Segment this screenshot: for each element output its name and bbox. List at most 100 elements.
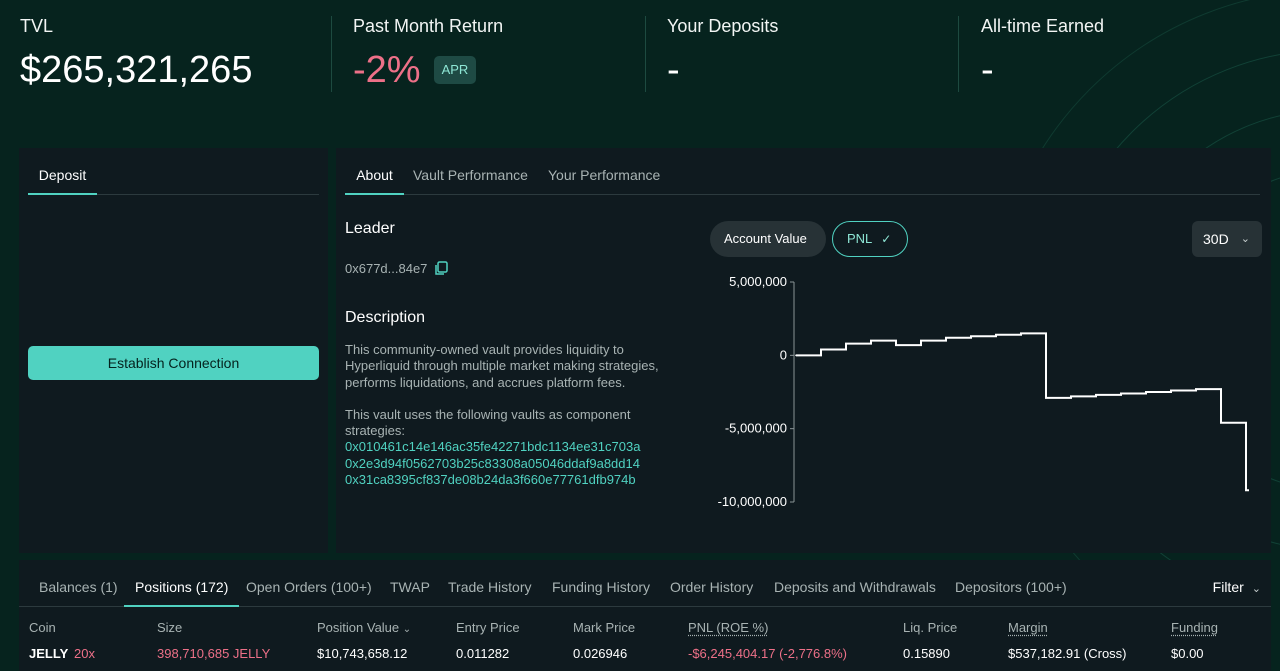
row-entry-price: 0.011282 <box>456 646 510 661</box>
tab-order-history[interactable]: Order History <box>670 560 753 607</box>
tab-balances[interactable]: Balances (1) <box>39 560 118 607</box>
col-mark-price[interactable]: Mark Price <box>573 620 635 635</box>
col-liq-price[interactable]: Liq. Price <box>903 620 957 635</box>
tab-funding-history[interactable]: Funding History <box>552 560 650 607</box>
establish-connection-button[interactable]: Establish Connection <box>28 346 319 380</box>
row-size: 398,710,685 JELLY <box>157 646 271 661</box>
pnl-point <box>1245 489 1247 492</box>
stat-deposits-label: Your Deposits <box>667 16 779 36</box>
sort-chevron-icon: ⌄ <box>402 624 412 635</box>
pnl-point <box>845 342 847 345</box>
tab-open-orders[interactable]: Open Orders (100+) <box>246 560 372 607</box>
col-entry-price[interactable]: Entry Price <box>456 620 520 635</box>
pnl-point <box>1220 422 1222 424</box>
pnl-point <box>895 344 897 346</box>
pnl-point <box>1170 389 1172 392</box>
deposit-panel: Deposit Establish Connection <box>19 148 328 553</box>
leader-address: 0x677d...84e7 <box>345 261 428 276</box>
about-tabbar: About Vault Performance Your Performance <box>345 148 1260 195</box>
pnl-point <box>1045 397 1047 399</box>
row-position-value: $10,743,658.12 <box>317 646 408 661</box>
pnl-toggle[interactable]: PNL ✓ <box>832 221 908 257</box>
col-position-value[interactable]: Position Value ⌄ <box>317 620 411 635</box>
tab-trade-history[interactable]: Trade History <box>448 560 532 607</box>
pnl-point <box>995 334 997 336</box>
row-mark-price: 0.026946 <box>573 646 628 661</box>
check-icon: ✓ <box>881 232 892 246</box>
stat-return-value-wrap: -2% APR <box>353 47 646 93</box>
vaults-intro: This vault uses the following vaults as … <box>345 406 631 439</box>
range-select-value: 30D <box>1203 231 1229 247</box>
positions-table-header: Coin Size Position Value ⌄ Entry Price M… <box>19 620 1271 642</box>
row-margin: $537,182.91 (Cross) <box>1008 646 1127 661</box>
stat-return-label: Past Month Return <box>353 16 504 36</box>
tab-twap[interactable]: TWAP <box>390 560 430 607</box>
stat-return: Past Month Return -2% APR <box>332 0 646 100</box>
apr-badge[interactable]: APR <box>433 56 477 84</box>
leader-title: Leader <box>345 220 395 237</box>
col-pnl[interactable]: PNL (ROE %) <box>688 620 768 635</box>
row-funding: $0.00 <box>1171 646 1204 661</box>
chevron-down-icon: ⌄ <box>1251 583 1261 595</box>
pnl-chart: 5,000,000 0 -5,000,000 -10,000,000 <box>718 274 1249 509</box>
pnl-series-line <box>796 332 1249 492</box>
pnl-point <box>1195 388 1197 390</box>
col-coin[interactable]: Coin <box>29 620 56 635</box>
tab-depositors[interactable]: Depositors (100+) <box>955 560 1067 607</box>
chevron-down-icon: ⌄ <box>1240 233 1250 245</box>
y-tick-label: 5,000,000 <box>729 274 787 289</box>
col-size[interactable]: Size <box>157 620 182 635</box>
copy-icon[interactable] <box>434 261 449 276</box>
stat-tvl-label: TVL <box>20 16 54 36</box>
col-funding[interactable]: Funding <box>1171 620 1218 635</box>
pnl-point <box>945 336 947 339</box>
description-title: Description <box>345 309 426 326</box>
pnl-point <box>870 339 872 342</box>
stat-tvl-value: $265,321,265 <box>20 49 253 91</box>
tab-vault-performance[interactable]: Vault Performance <box>413 148 528 195</box>
deposit-tabbar: Deposit <box>28 148 319 195</box>
pnl-point <box>1120 392 1122 395</box>
vault-list: 0x010461c14e146ac35fe42271bdc1134ee31c70… <box>345 439 685 488</box>
pnl-point <box>970 335 972 338</box>
tab-positions[interactable]: Positions (172) <box>124 560 240 607</box>
col-position-value-label: Position Value <box>317 620 400 635</box>
account-value-toggle[interactable]: Account Value <box>710 221 826 257</box>
bottom-tabbar: Balances (1) Positions (172) Open Orders… <box>19 560 1271 607</box>
positions-panel: Balances (1) Positions (172) Open Orders… <box>19 560 1271 671</box>
stat-earned-label: All-time Earned <box>981 16 1105 36</box>
pnl-point <box>1070 395 1072 398</box>
tab-deposit[interactable]: Deposit <box>28 148 97 195</box>
pnl-point <box>920 339 922 342</box>
range-select[interactable]: 30D ⌄ <box>1192 221 1262 257</box>
stat-return-value: -2% <box>353 49 421 91</box>
vault-link[interactable]: 0x2e3d94f0562703b25c83308a05046ddaf9a8dd… <box>345 456 685 472</box>
pnl-point <box>820 348 822 351</box>
y-tick-label: -10,000,000 <box>718 494 787 509</box>
vault-link[interactable]: 0x31ca8395cf837de08b24da3f660e77761dfb97… <box>345 472 685 488</box>
col-margin[interactable]: Margin <box>1008 620 1048 635</box>
row-liq-price: 0.15890 <box>903 646 950 661</box>
description-block: This community-owned vault provides liqu… <box>345 342 685 488</box>
stat-deposits: Your Deposits - <box>646 0 959 100</box>
stats-bar: TVL $265,321,265 Past Month Return -2% A… <box>0 0 1280 100</box>
pnl-point <box>1145 391 1147 393</box>
row-coin[interactable]: JELLY <box>29 646 68 661</box>
stat-deposits-value: - <box>667 49 680 91</box>
description-text: This community-owned vault provides liqu… <box>345 342 659 390</box>
stat-earned: All-time Earned - <box>959 0 1280 100</box>
row-leverage: 20x <box>74 646 95 661</box>
tab-about[interactable]: About <box>345 148 404 195</box>
pnl-point <box>1020 332 1022 335</box>
tab-your-performance[interactable]: Your Performance <box>548 148 660 195</box>
y-tick-label: -5,000,000 <box>725 421 787 436</box>
stat-tvl: TVL $265,321,265 <box>0 0 332 100</box>
row-pnl: -$6,245,404.17 (-2,776.8%) <box>688 646 847 661</box>
vault-link[interactable]: 0x010461c14e146ac35fe42271bdc1134ee31c70… <box>345 439 685 455</box>
table-row[interactable]: JELLY 20x 398,710,685 JELLY $10,743,658.… <box>19 646 1271 668</box>
filter-label: Filter <box>1212 579 1244 595</box>
filter-dropdown[interactable]: Filter ⌄ <box>1213 560 1261 607</box>
tab-deposits-withdrawals[interactable]: Deposits and Withdrawals <box>774 560 936 607</box>
stat-earned-value: - <box>981 49 994 91</box>
